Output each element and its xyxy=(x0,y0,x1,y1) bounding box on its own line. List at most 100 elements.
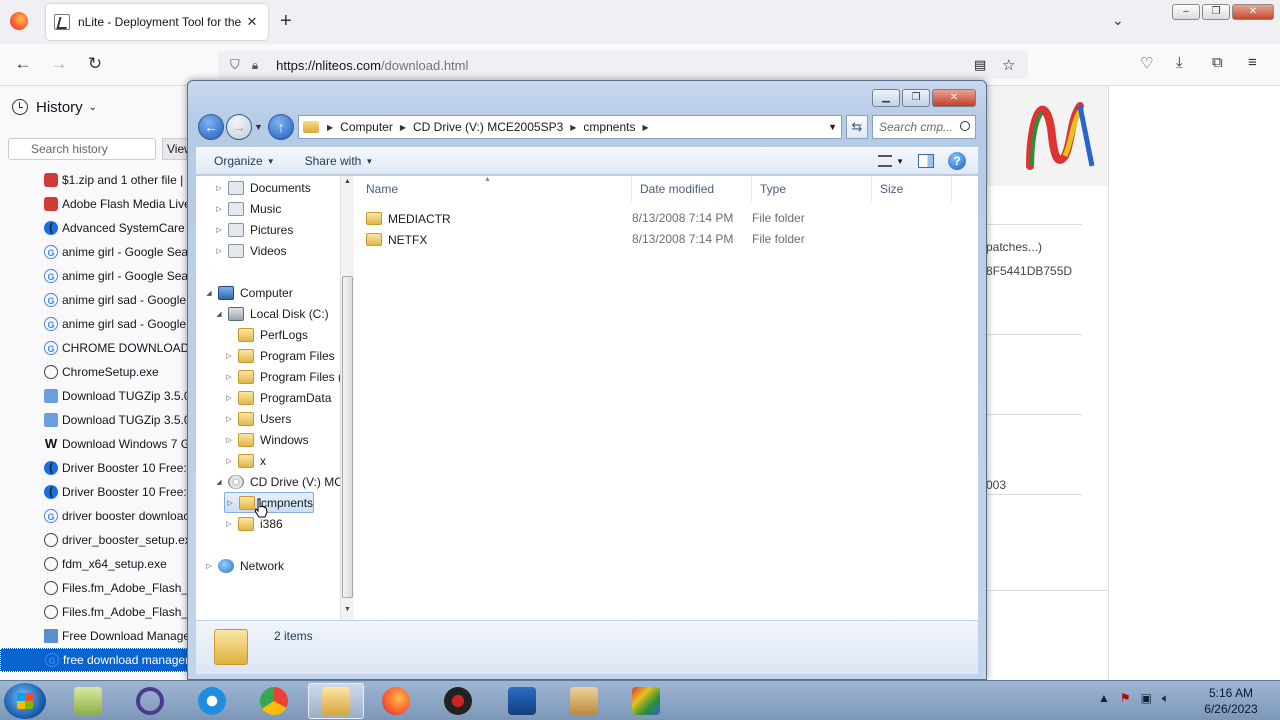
collapse-triangle-icon[interactable]: ◢ xyxy=(214,310,224,318)
collapse-triangle-icon[interactable]: ◢ xyxy=(204,289,214,297)
tree-item[interactable]: ◢ Computer xyxy=(204,282,293,303)
history-item[interactable]: Gfree download manager xyxy=(0,648,187,672)
tree-item[interactable]: ▷ Documents xyxy=(214,177,311,198)
network-icon[interactable]: ▣ xyxy=(1141,691,1152,706)
tree-item[interactable]: ▷ Windows xyxy=(224,429,309,450)
tree-item[interactable]: ▷ x xyxy=(224,450,266,471)
tree-item[interactable]: ▷ Program Files ( xyxy=(224,366,340,387)
search-input[interactable]: Search cmp... xyxy=(872,115,976,139)
breadcrumb-separator-icon[interactable]: ▶ xyxy=(642,123,648,132)
scroll-down-arrow-icon[interactable]: ▼ xyxy=(344,606,351,613)
chrome-icon[interactable] xyxy=(246,683,302,719)
forward-arrow-icon[interactable]: → xyxy=(226,114,252,140)
expand-triangle-icon[interactable]: ▷ xyxy=(214,205,224,213)
preview-pane-icon[interactable] xyxy=(918,154,934,168)
internet-explorer-icon[interactable] xyxy=(184,683,240,719)
column-header-size[interactable]: Size xyxy=(872,176,952,202)
tree-item[interactable]: PerfLogs xyxy=(224,324,308,345)
history-item[interactable]: Files.fm_Adobe_Flash_M xyxy=(0,576,187,600)
new-tab-button[interactable]: + xyxy=(280,10,292,33)
history-item[interactable]: driver_booster_setup.exe xyxy=(0,528,187,552)
tree-item[interactable]: ▷ Pictures xyxy=(214,219,293,240)
antivirus-icon[interactable] xyxy=(430,683,486,719)
history-item[interactable]: Ganime girl - Google Sear xyxy=(0,240,187,264)
windows-explorer-icon[interactable] xyxy=(308,683,364,719)
maximize-button[interactable]: ❐ xyxy=(902,89,930,107)
history-item[interactable]: Ganime girl sad - Google xyxy=(0,288,187,312)
file-row[interactable]: NETFX 8/13/2008 7:14 PM File folder xyxy=(366,229,966,250)
expand-triangle-icon[interactable]: ▷ xyxy=(224,352,234,360)
remote-app-icon[interactable] xyxy=(494,683,550,719)
lock-icon[interactable]: 🔒︎ xyxy=(252,58,258,73)
organize-button[interactable]: Organize ▼ xyxy=(214,154,275,168)
reload-icon[interactable]: ↻ xyxy=(84,54,106,74)
extensions-icon[interactable]: ⧉ xyxy=(1212,54,1223,71)
expand-triangle-icon[interactable]: ▷ xyxy=(224,394,234,402)
view-button[interactable]: View xyxy=(162,138,187,160)
browser-restore-button[interactable]: ❐ xyxy=(1202,4,1230,20)
navigation-scrollbar[interactable]: ▲ ▼ xyxy=(340,176,354,620)
column-header-date[interactable]: Date modified xyxy=(632,176,752,202)
history-item[interactable]: (Advanced SystemCare F xyxy=(0,216,187,240)
browser-tab[interactable]: nLite - Deployment Tool for the ✕ xyxy=(46,4,268,40)
breadcrumb-separator-icon[interactable]: ▶ xyxy=(400,123,406,132)
tree-item[interactable]: ◢ Local Disk (C:) xyxy=(214,303,329,324)
taskbar-spiral-icon[interactable] xyxy=(122,683,178,719)
bookmark-star-icon[interactable]: ☆ xyxy=(1002,56,1015,74)
expand-triangle-icon[interactable]: ▷ xyxy=(224,520,234,528)
back-arrow-icon[interactable]: ← xyxy=(198,114,224,140)
shield-icon[interactable]: ⛉ xyxy=(230,57,240,73)
history-item[interactable]: $1.zip and 1 other file | F xyxy=(0,168,187,192)
history-item[interactable]: Ganime girl sad - Google xyxy=(0,312,187,336)
recent-pages-chevron-icon[interactable]: ▼ xyxy=(254,122,263,132)
search-icon[interactable] xyxy=(960,121,970,131)
scroll-up-arrow-icon[interactable]: ▲ xyxy=(344,178,351,185)
close-button[interactable]: ✕ xyxy=(932,89,976,107)
back-arrow-icon[interactable]: ← xyxy=(12,54,34,74)
tree-item[interactable]: ▷ cmpnents xyxy=(224,492,315,513)
history-item[interactable]: (Driver Booster 10 Free: C xyxy=(0,456,187,480)
expand-triangle-icon[interactable]: ▷ xyxy=(225,499,235,507)
package-icon[interactable] xyxy=(556,683,612,719)
expand-triangle-icon[interactable]: ▷ xyxy=(204,562,214,570)
tab-close-icon[interactable]: ✕ xyxy=(244,14,260,30)
tree-item[interactable]: ▷ Network xyxy=(204,555,284,576)
history-item[interactable]: Download TUGZip 3.5.0 xyxy=(0,384,187,408)
volume-icon[interactable]: 🔈︎ xyxy=(1162,691,1169,706)
address-dropdown-icon[interactable]: ▼ xyxy=(828,122,837,132)
tree-item[interactable]: ◢ CD Drive (V:) MC xyxy=(214,471,340,492)
expand-triangle-icon[interactable]: ▷ xyxy=(224,457,234,465)
up-arrow-icon[interactable]: ↑ xyxy=(268,114,294,140)
history-item[interactable]: Adobe Flash Media Live xyxy=(0,192,187,216)
history-item[interactable]: W Download Windows 7 G xyxy=(0,432,187,456)
chevron-down-icon[interactable]: ⌄ xyxy=(89,102,97,113)
history-item[interactable]: G CHROME DOWNLOAD xyxy=(0,336,187,360)
address-bar[interactable]: ▶ Computer ▶ CD Drive (V:) MCE2005SP3 ▶ … xyxy=(298,115,842,139)
sidebar-header[interactable]: History ⌄ xyxy=(0,86,187,128)
history-item[interactable]: Free Download Manage xyxy=(0,624,187,648)
history-item[interactable]: ChromeSetup.exe xyxy=(0,360,187,384)
history-item[interactable]: Gdriver booster downloac xyxy=(0,504,187,528)
url-bar[interactable]: ⛉ 🔒︎ https://nliteos.com/download.html ▤… xyxy=(218,51,1028,79)
taskbar-notes-icon[interactable] xyxy=(60,683,116,719)
expand-triangle-icon[interactable]: ▷ xyxy=(214,184,224,192)
minimize-button[interactable]: ▁ xyxy=(872,89,900,107)
breadcrumb-cd-drive[interactable]: CD Drive (V:) MCE2005SP3 xyxy=(413,120,563,134)
history-item[interactable]: Ganime girl - Google Sear xyxy=(0,264,187,288)
history-search-input[interactable]: Search history xyxy=(8,138,156,160)
tree-item[interactable]: ▷ ProgramData xyxy=(224,387,331,408)
change-view-icon[interactable] xyxy=(878,155,893,167)
firefox-icon[interactable] xyxy=(10,12,28,30)
history-item[interactable]: (Driver Booster 10 Free: C xyxy=(0,480,187,504)
expand-triangle-icon[interactable]: ▷ xyxy=(224,436,234,444)
breadcrumb-separator-icon[interactable]: ▶ xyxy=(570,123,576,132)
column-header-type[interactable]: Type xyxy=(752,176,872,202)
share-with-button[interactable]: Share with ▼ xyxy=(305,154,374,168)
expand-triangle-icon[interactable]: ▷ xyxy=(224,373,234,381)
tree-item[interactable]: ▷ Videos xyxy=(214,240,286,261)
expand-triangle-icon[interactable]: ▷ xyxy=(224,415,234,423)
history-item[interactable]: Download TUGZip 3.5.0 xyxy=(0,408,187,432)
view-options-chevron-icon[interactable]: ▼ xyxy=(896,157,904,166)
history-item[interactable]: Files.fm_Adobe_Flash_M xyxy=(0,600,187,624)
forward-arrow-icon[interactable]: → xyxy=(48,54,70,74)
